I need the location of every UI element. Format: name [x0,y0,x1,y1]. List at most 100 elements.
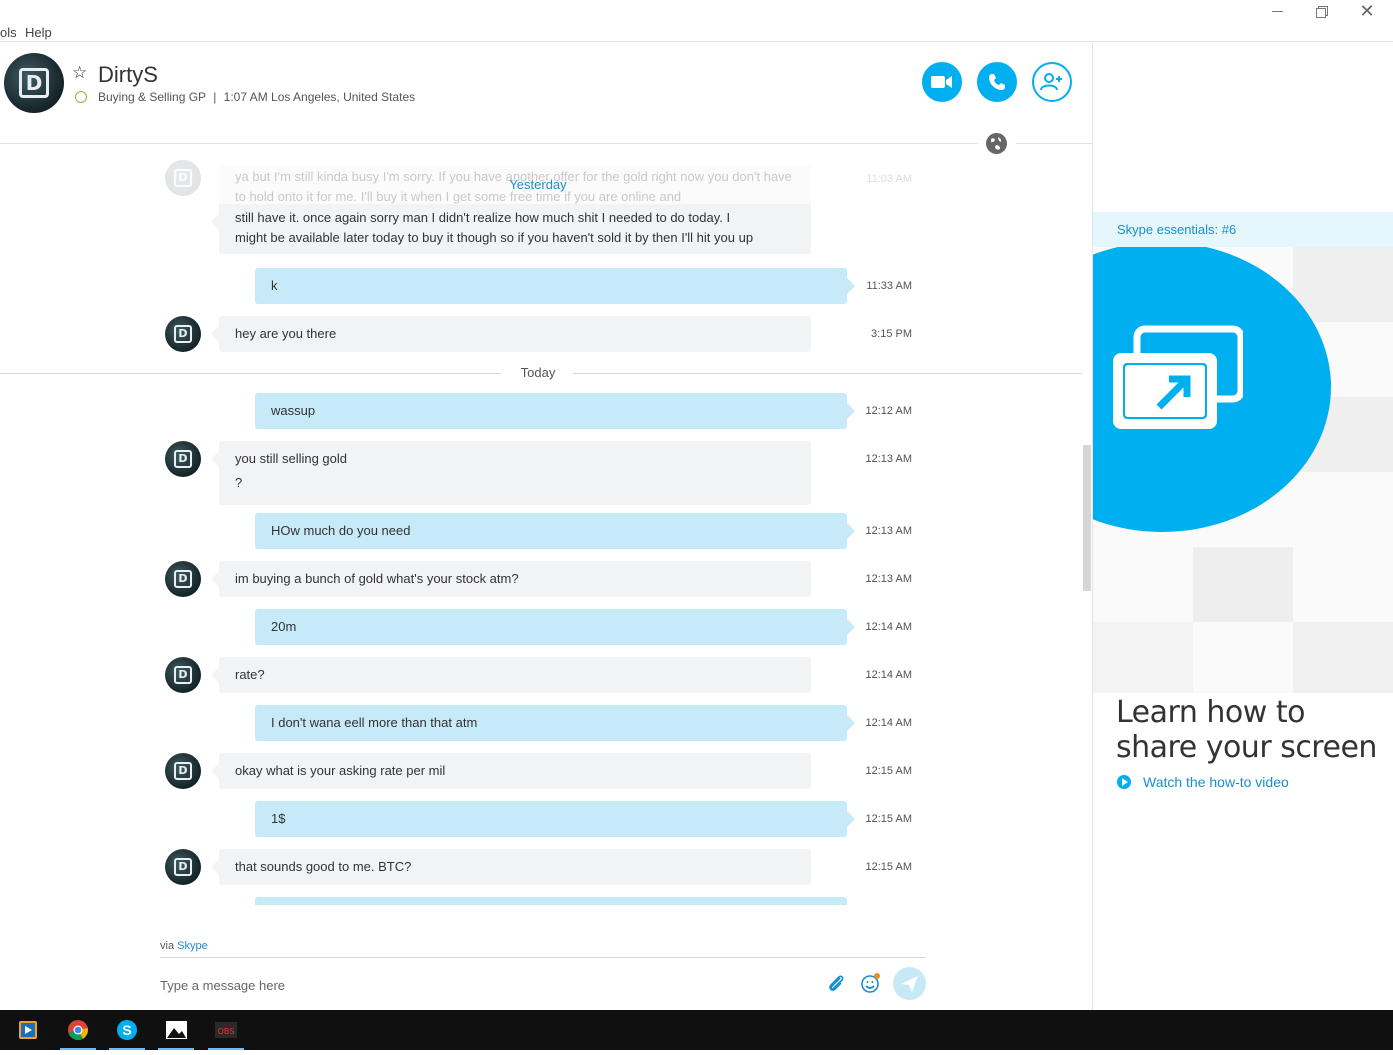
message-text: wassup [271,403,316,418]
close-button[interactable]: ✕ [1357,1,1377,21]
message-incoming[interactable]: you still selling gold ? [211,441,811,505]
composer-divider [160,957,926,958]
contact-avatar-small[interactable]: D [165,441,201,477]
message-time: 12:14 AM [865,669,912,681]
svg-text:OBS: OBS [218,1027,235,1036]
photos-taskbar-button[interactable] [156,1010,196,1050]
chat-scrollbar[interactable] [1083,445,1091,591]
message-text: might be available later today to buy it… [235,230,754,245]
presence-status-icon [75,91,87,103]
subtitle-separator: | [213,90,217,104]
watch-video-link[interactable]: Watch the how-to video [1143,774,1289,790]
essentials-label: Skype essentials: #6 [1117,222,1237,237]
paperclip-icon [829,975,844,991]
contact-avatar-small[interactable]: D [165,657,201,693]
phone-icon [989,74,1005,90]
contact-avatar-small[interactable]: D [165,753,201,789]
right-panel: Skype essentials: #6 Learn how to share … [1092,43,1393,1010]
message-text: HOw much do you need [271,523,411,538]
day-label-today: Today [520,365,556,380]
message-incoming[interactable]: im buying a bunch of gold what's your st… [211,561,811,597]
contact-avatar-small[interactable]: D [165,849,201,885]
message-text: rate? [235,667,265,682]
skype-taskbar-button[interactable]: S [107,1010,147,1050]
message-time: 12:15 AM [865,813,912,825]
message-outgoing[interactable]: k [255,268,855,304]
message-incoming[interactable]: okay what is your asking rate per mil [211,753,811,789]
message-text: 1$ [271,811,286,826]
media-player-taskbar-button[interactable] [8,1010,48,1050]
message-text: you still selling gold [235,451,348,466]
menu-help[interactable]: Help [25,25,52,40]
contact-mood: Buying & Selling GP [98,90,206,104]
emoticon-button[interactable] [860,972,882,994]
message-text: k [271,278,278,293]
taskbar: S OBS [0,1010,1393,1050]
voice-call-button[interactable] [977,62,1017,102]
contact-local-time: 1:07 AM Los Angeles, United States [223,90,416,104]
message-time: 12:14 AM [865,717,912,729]
message-outgoing[interactable]: HOw much do you need [255,513,855,549]
obs-taskbar-button[interactable]: OBS [206,1010,246,1050]
essentials-header: Skype essentials: #6 [1093,212,1393,247]
message-time: 12:13 AM [865,573,912,585]
menu-tools[interactable]: ols [0,25,17,40]
skype-icon: S [117,1020,137,1040]
message-input[interactable] [160,972,800,998]
message-incoming[interactable]: rate? [211,657,811,693]
header-divider-right [1016,143,1092,144]
message-outgoing-partial[interactable] [255,897,847,905]
smiley-icon [861,973,880,993]
photos-icon [166,1021,187,1039]
message-time: 12:15 AM [865,765,912,777]
contact-subtitle: Buying & Selling GP | 1:07 AM Los Angele… [98,90,415,104]
message-text: I don't wana eell more than that atm [271,715,478,730]
video-call-button[interactable] [922,62,962,102]
contact-avatar[interactable]: D [4,53,64,113]
message-time: 12:12 AM [865,405,912,417]
chrome-icon [68,1020,88,1040]
message-text: okay what is your asking rate per mil [235,763,446,778]
message-outgoing[interactable]: I don't wana eell more than that atm [255,705,855,741]
message-incoming[interactable]: still have it. once again sorry man I di… [211,204,811,254]
share-screen-icon [1113,325,1243,429]
promo-title: Learn how to share your screen [1116,695,1377,765]
message-outgoing[interactable]: 20m [255,609,855,645]
chat-header: D ☆ DirtyS Buying & Selling GP | 1:07 AM… [0,43,1092,143]
add-person-icon [1040,73,1062,91]
add-contact-button[interactable] [1032,62,1072,102]
skype-link[interactable]: Skype [177,940,208,952]
message-time: 12:13 AM [865,525,912,537]
restore-button[interactable] [1312,2,1332,22]
message-incoming[interactable]: hey are you there [211,316,811,352]
send-arrow-icon [901,976,918,992]
media-player-icon [19,1021,37,1039]
contact-name[interactable]: DirtyS [98,62,158,88]
message-outgoing[interactable]: 1$ [255,801,855,837]
contact-avatar-small[interactable]: D [165,316,201,352]
attach-file-button[interactable] [825,972,847,994]
message-time: 3:15 PM [871,328,912,340]
promo-illustration [1093,247,1393,693]
minimize-button[interactable] [1268,2,1288,22]
via-label: via Skype [160,940,208,952]
obs-icon: OBS [215,1022,237,1038]
svg-text:S: S [122,1022,131,1038]
contact-avatar-small[interactable]: D [165,561,201,597]
message-time: 11:33 AM [866,280,912,292]
message-text: that sounds good to me. BTC? [235,859,412,874]
day-label-yesterday: Yesterday [509,177,567,192]
play-circle-icon[interactable] [1117,775,1131,789]
send-button[interactable] [893,967,926,1000]
message-text: hey are you there [235,326,337,341]
message-incoming[interactable]: that sounds good to me. BTC? [211,849,811,885]
message-time: 12:13 AM [865,453,912,465]
message-text: 20m [271,619,297,634]
conversation-area[interactable]: D ya but I'm still kinda busy I'm sorry.… [0,150,1082,905]
message-time: 12:15 AM [865,861,912,873]
message-time: 12:14 AM [865,621,912,633]
chrome-taskbar-button[interactable] [58,1010,98,1050]
favorite-star-icon[interactable]: ☆ [72,63,87,83]
message-outgoing[interactable]: wassup [255,393,855,429]
header-divider-left [0,143,978,144]
